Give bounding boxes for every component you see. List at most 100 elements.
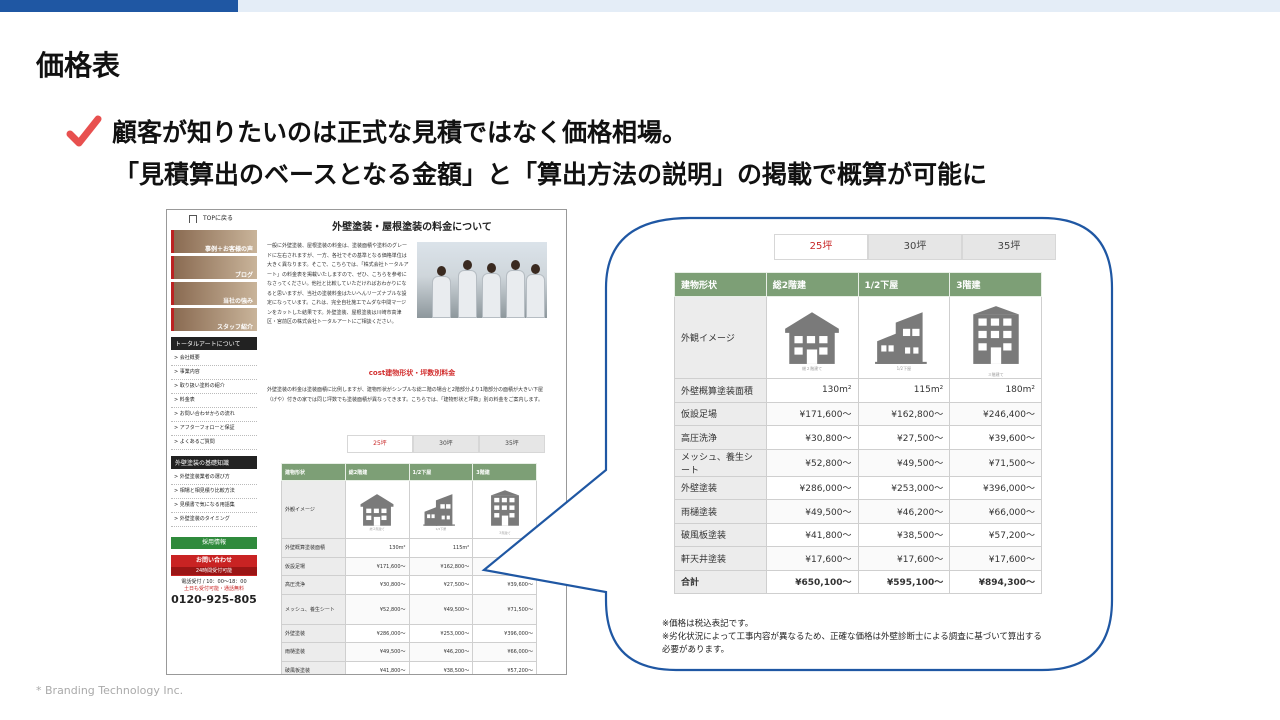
tab-2[interactable]: 30坪 [868, 234, 962, 260]
price-cell: 180m² [949, 378, 1042, 403]
row-label: 外壁塗装 [674, 475, 767, 500]
row-label: 雨樋塗装 [674, 499, 767, 524]
mini-header-cell: 3階建 [472, 463, 537, 481]
header-row: 建物形状 総2階建 1/2下屋 3階建 [674, 272, 1042, 297]
about-item[interactable]: > お問い合わせからの流れ [171, 408, 257, 422]
table-row: 仮設足場 ¥171,600～ ¥162,800～ ¥246,400～ [674, 401, 1042, 426]
price-cell: ¥27,500～ [857, 425, 951, 450]
table-row: 軒天井塗装 ¥17,600～ ¥17,600～ ¥17,600～ [674, 546, 1042, 571]
price-cell: ¥41,800～ [765, 522, 859, 547]
mini-row-label: 破風板塗装 [281, 660, 346, 674]
price-cell: ¥286,000～ [765, 475, 859, 500]
mini-price-cell: 180m² [472, 538, 537, 558]
row-label: 破風板塗装 [674, 522, 767, 547]
table-row: 高圧洗浄 ¥30,800～ ¥27,500～ ¥39,600～ [674, 425, 1042, 450]
total-row: 合計 ¥650,100～ ¥595,100～ ¥894,300～ [674, 569, 1042, 594]
price-cell: ¥17,600～ [949, 546, 1042, 571]
mini-row-label: 仮設足場 [281, 556, 346, 576]
holiday-note: 土日も受付可能・通話無料 [183, 586, 244, 592]
mini-row-label: 外壁塗装 [281, 623, 346, 643]
top-link[interactable]: TOPに戻る [171, 210, 257, 230]
mini-image-caption: 総２階建て [369, 526, 385, 531]
basics-item[interactable]: > 見積書で気になる用語集 [171, 499, 257, 513]
contact-sub: 24時間受付可能 [171, 567, 257, 575]
contact-button[interactable]: お問い合わせ 24時間受付可能 [171, 555, 257, 576]
about-item[interactable]: > 取り扱い塗料の紹介 [171, 380, 257, 394]
mini-image-row: 外観イメージ総２階建て 1/2下屋 ３階建て [281, 480, 537, 539]
mini-row-label: メッシュ、養生シート [281, 593, 346, 625]
tab-bar: 25坪 30坪 35坪 [774, 234, 1056, 260]
table-row: 外壁概算塗装面積 130m² 115m² 180m² [674, 378, 1042, 403]
price-cell: ¥396,000～ [949, 475, 1042, 500]
mini-price-cell: 130m² [344, 538, 410, 558]
half-annex-house-icon [865, 304, 944, 366]
mini-tab-bar: 25坪 30坪 35坪 [347, 435, 545, 453]
row-label: メッシュ、養生シート [674, 448, 767, 477]
header-cell: 総2階建 [765, 272, 859, 297]
mini-price-cell: ¥49,500～ [344, 642, 410, 662]
top-accent-bar [0, 0, 1280, 12]
mini-row-label: 外壁概算塗装面積 [281, 538, 346, 558]
contact-label: お問い合わせ [195, 557, 232, 564]
price-cell: ¥253,000～ [857, 475, 951, 500]
three-story-building-icon [476, 485, 533, 531]
page-title: 価格表 [36, 49, 121, 82]
mini-price-cell: ¥253,000～ [408, 623, 474, 643]
image-cell: 総２階建て [765, 296, 859, 379]
mini-table-row: メッシュ、養生シート ¥52,800～ ¥49,500～ ¥71,500～ [281, 593, 537, 625]
table-row: メッシュ、養生シート ¥52,800～ ¥49,500～ ¥71,500～ [674, 448, 1042, 477]
about-list: > 会社概要 > 事業内容 > 取り扱い塗料の紹介 > 料金表 > お問い合わせからの流… [171, 352, 257, 450]
tab-3[interactable]: 35坪 [962, 234, 1056, 260]
row-label: 仮設足場 [674, 401, 767, 426]
banner-4[interactable]: スタッフ紹介 [171, 308, 257, 331]
mini-price-cell: ¥162,800～ [408, 556, 474, 576]
image-cell: 1/2下屋 [857, 296, 951, 379]
mini-image-caption: 1/2下屋 [435, 526, 447, 531]
mini-image-cell: ３階建て [472, 480, 537, 539]
mini-price-cell: ¥396,000～ [472, 623, 537, 643]
mini-price-cell: ¥38,500～ [408, 660, 474, 674]
mini-price-cell: ¥49,500～ [408, 593, 474, 625]
table-row: 破風板塗装 ¥41,800～ ¥38,500～ ¥57,200～ [674, 522, 1042, 547]
table-row: 外壁塗装 ¥286,000～ ¥253,000～ ¥396,000～ [674, 475, 1042, 500]
price-cell: ¥71,500～ [949, 448, 1042, 477]
image-caption: 1/2下屋 [896, 365, 912, 371]
mini-row-label: 雨樋塗装 [281, 642, 346, 662]
tab-1[interactable]: 25坪 [774, 234, 868, 260]
about-item[interactable]: > 会社概要 [171, 352, 257, 366]
about-item[interactable]: > 料金表 [171, 394, 257, 408]
mini-table-row: 雨樋塗装 ¥49,500～ ¥46,200～ ¥66,000～ [281, 642, 537, 662]
two-story-house-icon [773, 304, 852, 366]
mini-row-label: 外観イメージ [281, 480, 346, 539]
basics-item[interactable]: > 外壁塗装のタイミング [171, 513, 257, 527]
row-label: 外観イメージ [674, 296, 767, 379]
banner-list: 事例＋お客様の声 ブログ当社の強みスタッフ紹介 [171, 230, 257, 331]
phone-number[interactable]: 0120-925-805 [171, 593, 257, 606]
banner-3[interactable]: 当社の強み [171, 282, 257, 305]
basics-item[interactable]: > 相場と相見積り比較方法 [171, 485, 257, 499]
row-label: 高圧洗浄 [674, 425, 767, 450]
mini-tab-1[interactable]: 25坪 [347, 435, 413, 453]
about-item[interactable]: > アフターフォローと保証 [171, 422, 257, 436]
image-caption: ３階建て [987, 371, 1004, 377]
price-cell: ¥39,600～ [949, 425, 1042, 450]
headline-line-1: 顧客が知りたいのは正式な見積ではなく価格相場。 [112, 118, 688, 147]
about-item[interactable]: > よくあるご質問 [171, 436, 257, 450]
basics-item[interactable]: > 外壁塗装業者の選び方 [171, 471, 257, 485]
price-cell: ¥17,600～ [765, 546, 859, 571]
mini-price-cell: ¥30,800～ [344, 575, 410, 595]
half-annex-house-icon [413, 489, 470, 527]
price-cell: ¥38,500～ [857, 522, 951, 547]
recruit-button[interactable]: 採用情報 [171, 537, 257, 549]
banner-1[interactable]: 事例＋お客様の声 [171, 230, 257, 253]
about-item[interactable]: > 事業内容 [171, 366, 257, 380]
mini-tab-3[interactable]: 35坪 [479, 435, 545, 453]
mini-price-cell: ¥246,400～ [472, 556, 537, 576]
mini-price-cell: ¥52,800～ [344, 593, 410, 625]
headline: 顧客が知りたいのは正式な見積ではなく価格相場。 「見積算出のベースとなる金額」と… [112, 112, 987, 196]
row-label: 合計 [674, 569, 767, 594]
row-label: 外壁概算塗装面積 [674, 378, 767, 403]
banner-2[interactable]: ブログ [171, 256, 257, 279]
mini-tab-2[interactable]: 30坪 [413, 435, 479, 453]
price-cell: ¥162,800～ [857, 401, 951, 426]
